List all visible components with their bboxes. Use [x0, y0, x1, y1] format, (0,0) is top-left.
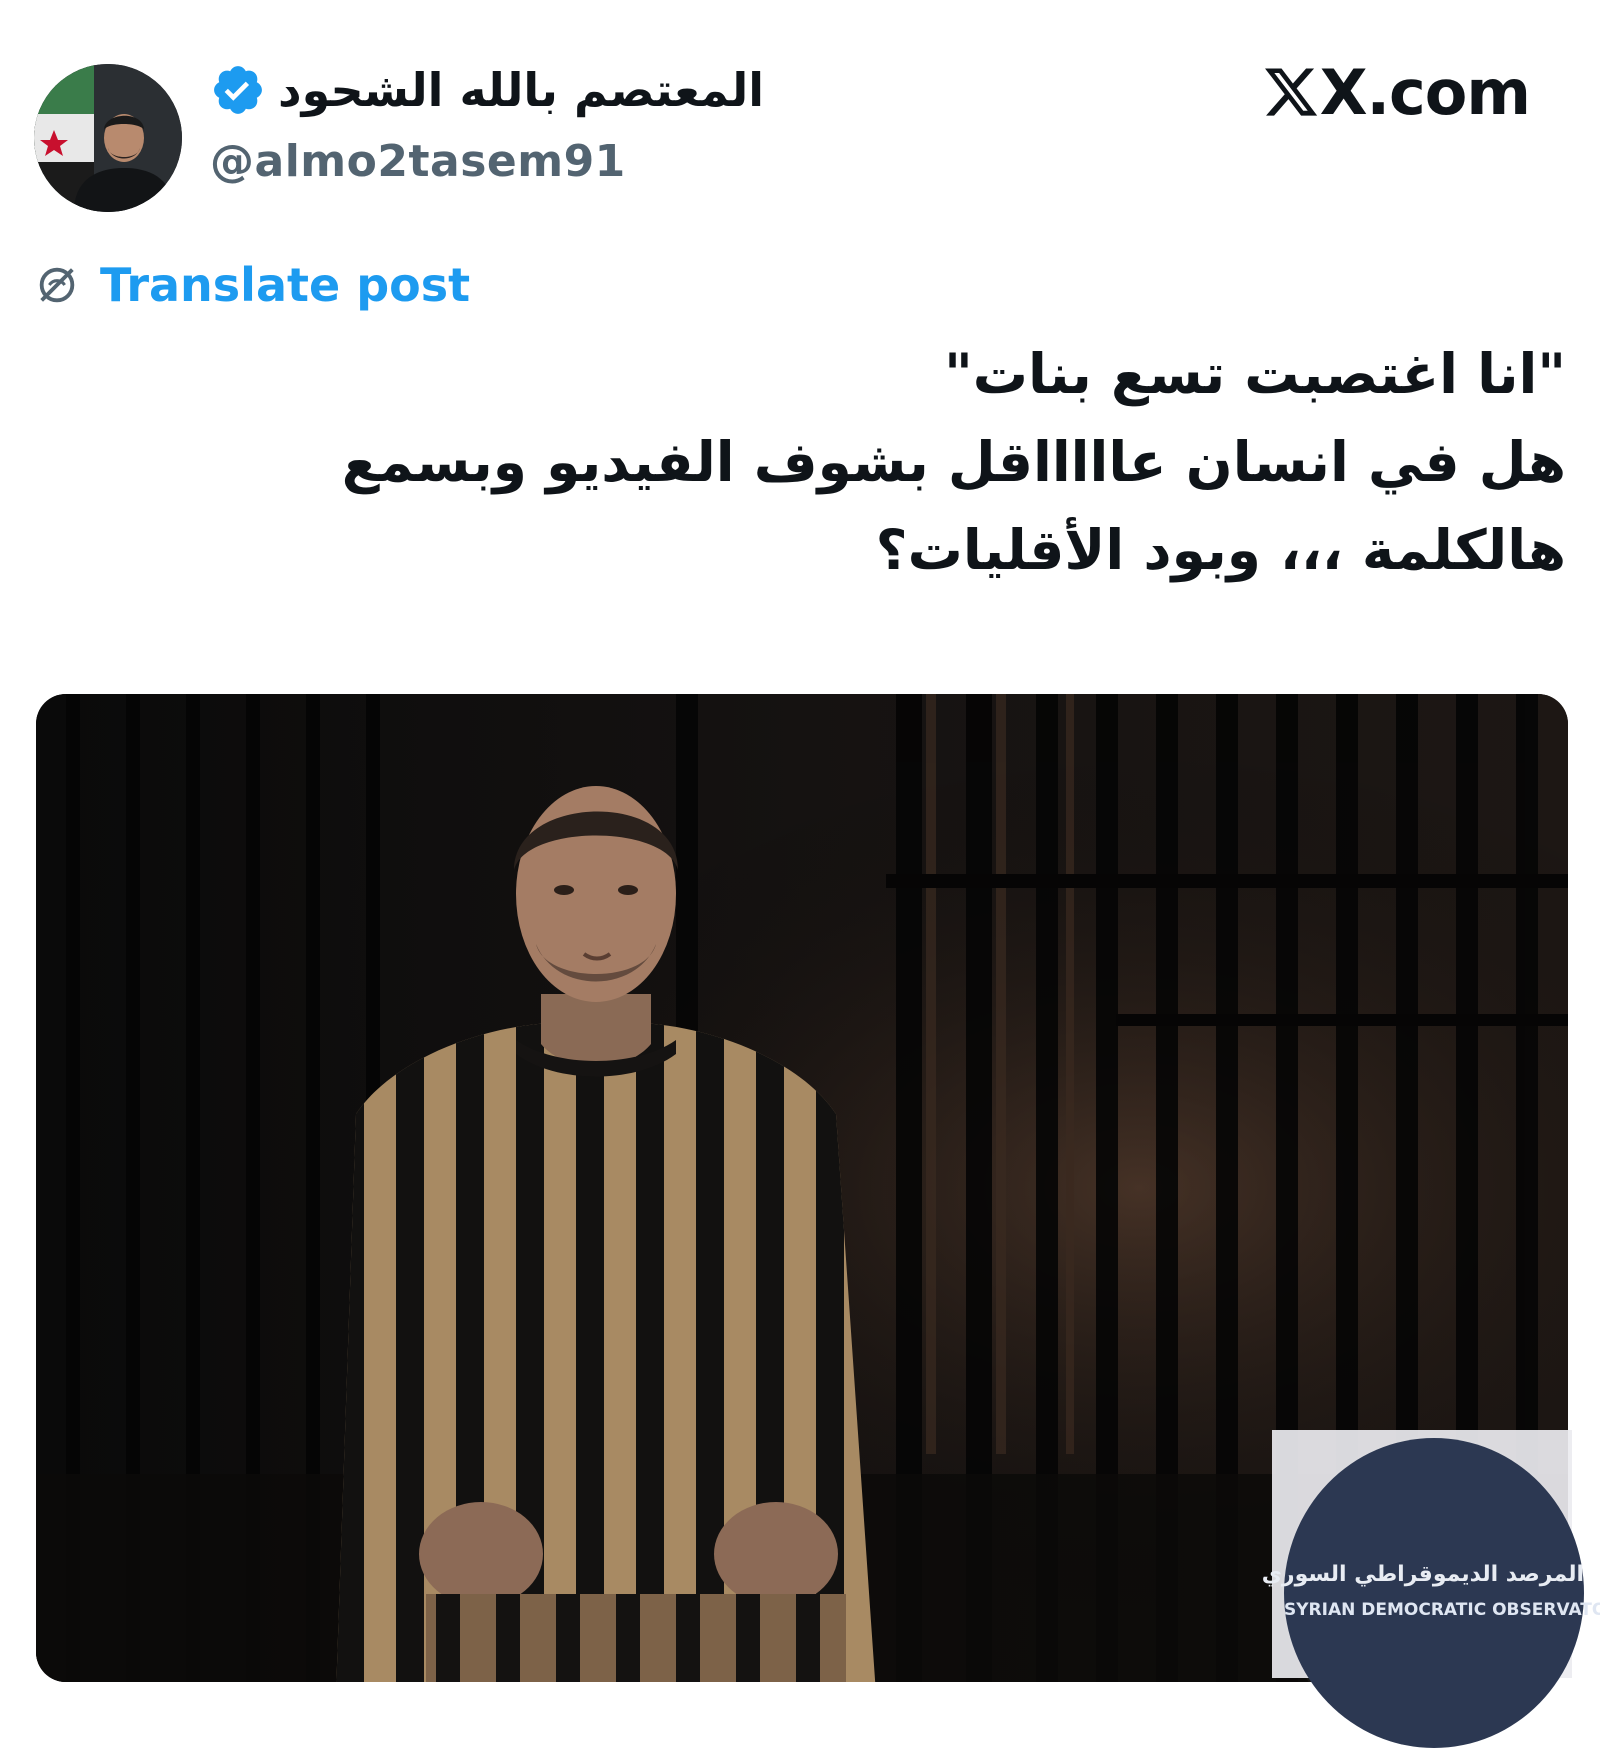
x-logo-icon: [1262, 63, 1320, 121]
globe-icon: [34, 262, 80, 308]
avatar-image: [34, 64, 182, 212]
watermark-english-text: SYRIAN DEMOCRATIC OBSERVATORY: [1284, 1600, 1600, 1620]
profile-avatar[interactable]: [34, 64, 182, 212]
post-line: "انا اغتصبت تسع بنات": [944, 342, 1566, 406]
site-label: X.com: [1262, 52, 1531, 132]
watermark-arabic-text: المرصد الديموقراطي السوري: [1261, 1562, 1584, 1587]
post-text: "انا اغتصبت تسع بنات" هل في انسان عااااا…: [166, 330, 1566, 594]
author-handle[interactable]: @almo2tasem91: [210, 136, 626, 187]
watermark-logo-icon: [1284, 1438, 1584, 1748]
translate-post-label: Translate post: [100, 258, 471, 312]
translate-post-link[interactable]: Translate post: [34, 256, 470, 314]
author-display-name[interactable]: المعتصم بالله الشحود: [210, 58, 764, 122]
post-line: هل في انسان عاااااقل بشوف الفيديو وبسمع: [341, 430, 1566, 494]
post-line: هالكلمة ،،، وبود الأقليات؟: [875, 518, 1566, 582]
verified-badge-icon: [210, 62, 266, 118]
display-name-text: المعتصم بالله الشحود: [278, 63, 764, 117]
site-text: X.com: [1319, 55, 1531, 129]
